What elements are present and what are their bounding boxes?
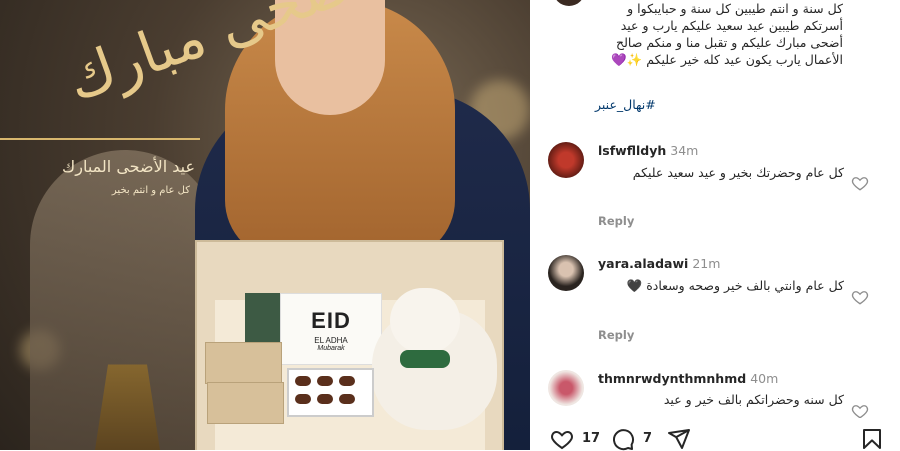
post-image[interactable]: أضحى مبارك عيد الأضحى المبارك كل عام و ا…	[0, 0, 530, 450]
like-comment-icon[interactable]	[851, 288, 869, 306]
comment-avatar[interactable]	[548, 255, 584, 291]
date-fruit	[295, 394, 311, 404]
username-text[interactable]: thmnrwdynthmnhmd	[598, 371, 746, 386]
sheep-bow	[400, 350, 450, 368]
mini-gift	[205, 342, 282, 384]
comment-avatar[interactable]	[548, 370, 584, 406]
dates-tray	[287, 368, 374, 417]
sheep-head	[390, 288, 460, 353]
date-fruit	[317, 394, 333, 404]
heart-icon[interactable]	[550, 427, 574, 451]
comment-icon[interactable]	[611, 427, 635, 451]
comments-count[interactable]: 7	[643, 431, 652, 446]
mini-gift	[207, 382, 284, 424]
card-mubarak-text: Mubarak	[317, 345, 345, 352]
comment-text: كل عام وحضرتك بخير و عيد سعيد عليكم	[632, 165, 844, 180]
comment-username[interactable]: lsfwflldyh 34m	[598, 143, 698, 158]
post-caption: كل سنة و انتم طيبين كل سنة و حبايبكوا و …	[611, 1, 843, 67]
comment-username[interactable]: yara.aladawi 21m	[598, 256, 720, 271]
reply-link[interactable]: Reply	[598, 328, 634, 342]
date-fruit	[339, 394, 355, 404]
bookmark-icon[interactable]	[860, 427, 884, 451]
share-icon[interactable]	[667, 427, 691, 451]
comment-avatar[interactable]	[548, 142, 584, 178]
comment-time: 34m	[670, 143, 699, 158]
card-adha-text: EL ADHA	[314, 336, 348, 345]
username-text[interactable]: lsfwflldyh	[598, 143, 666, 158]
comment-time: 21m	[692, 256, 721, 271]
username-text[interactable]: yara.aladawi	[598, 256, 688, 271]
action-bar: 17 7	[530, 418, 900, 451]
eid-subtitle: كل عام و انتم بخير	[111, 185, 190, 196]
reply-link[interactable]: Reply	[598, 214, 634, 228]
hashtag-link[interactable]: #نهال_عنبر	[595, 97, 665, 112]
date-fruit	[317, 376, 333, 386]
eid-card: EID EL ADHA Mubarak	[280, 293, 382, 365]
like-comment-icon[interactable]	[851, 174, 869, 192]
date-fruit	[295, 376, 311, 386]
comment-username[interactable]: thmnrwdynthmnhmd 40m	[598, 371, 778, 386]
comment-time: 40m	[750, 371, 779, 386]
comment-text: كل عام وانتي بالف خير وصحه وسعادة 🖤	[626, 278, 844, 293]
eid-title: عيد الأضحى المبارك	[62, 157, 195, 176]
card-eid-text: EID	[311, 308, 351, 333]
likes-count[interactable]: 17	[582, 431, 600, 446]
comment-text: كل سنه وحضراتكم بالف خير و عيد	[663, 392, 844, 407]
gold-divider	[0, 138, 200, 140]
date-fruit	[339, 376, 355, 386]
